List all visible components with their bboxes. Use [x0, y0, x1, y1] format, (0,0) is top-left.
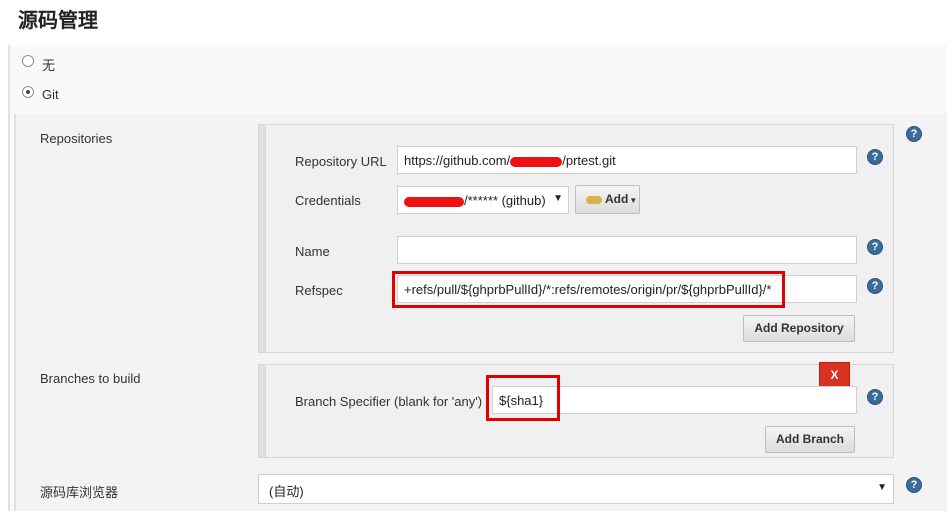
chevron-down-icon: ▼	[553, 193, 563, 204]
repository-url-suffix: /prtest.git	[562, 153, 616, 168]
branches-label: Branches to build	[40, 371, 141, 386]
repo-browser-help-icon[interactable]: ?	[906, 477, 922, 493]
name-input[interactable]	[397, 236, 857, 264]
delete-branch-button[interactable]: X	[819, 362, 850, 387]
repo-browser-label: 源码库浏览器	[40, 485, 119, 500]
scm-none-radio[interactable]	[22, 55, 34, 67]
scm-none-label: 无	[42, 58, 56, 73]
branch-specifier-help-icon[interactable]: ?	[867, 389, 883, 405]
dropdown-arrow-icon: ▼	[629, 196, 638, 205]
repository-url-prefix: https://github.com/	[404, 153, 511, 168]
refspec-label: Refspec	[295, 283, 343, 298]
credentials-value: /****** (github)	[464, 193, 546, 208]
name-help-icon[interactable]: ?	[867, 239, 883, 255]
add-credentials-label: Add	[605, 192, 629, 206]
branch-specifier-highlight-box	[486, 375, 560, 421]
key-icon	[586, 195, 602, 204]
repository-url-label: Repository URL	[295, 154, 387, 169]
repositories-help-icon[interactable]: ?	[906, 126, 922, 142]
repo-browser-select[interactable]: (自动) ▼	[258, 474, 894, 504]
repo-browser-value: (自动)	[269, 484, 304, 499]
scm-git-label: Git	[42, 87, 59, 102]
add-repository-button[interactable]: Add Repository	[743, 315, 855, 342]
redacted-credential-user	[404, 196, 464, 207]
scm-git-radio[interactable]	[22, 86, 34, 98]
refspec-help-icon[interactable]: ?	[867, 278, 883, 294]
add-branch-button[interactable]: Add Branch	[765, 426, 855, 453]
repositories-label: Repositories	[40, 131, 113, 146]
redacted-username	[510, 156, 563, 167]
repository-url-help-icon[interactable]: ?	[867, 149, 883, 165]
add-credentials-button[interactable]: Add▼	[575, 185, 640, 214]
branch-specifier-label: Branch Specifier (blank for 'any')	[295, 394, 483, 409]
repository-url-input[interactable]: https://github.com/ /prtest.git	[397, 146, 857, 174]
credentials-select[interactable]: /****** (github) ▼	[397, 186, 569, 214]
section-title: 源码管理	[18, 10, 98, 32]
credentials-label: Credentials	[295, 193, 361, 208]
refspec-highlight-box	[392, 271, 785, 308]
chevron-down-icon: ▼	[877, 482, 887, 493]
name-label: Name	[295, 244, 330, 259]
